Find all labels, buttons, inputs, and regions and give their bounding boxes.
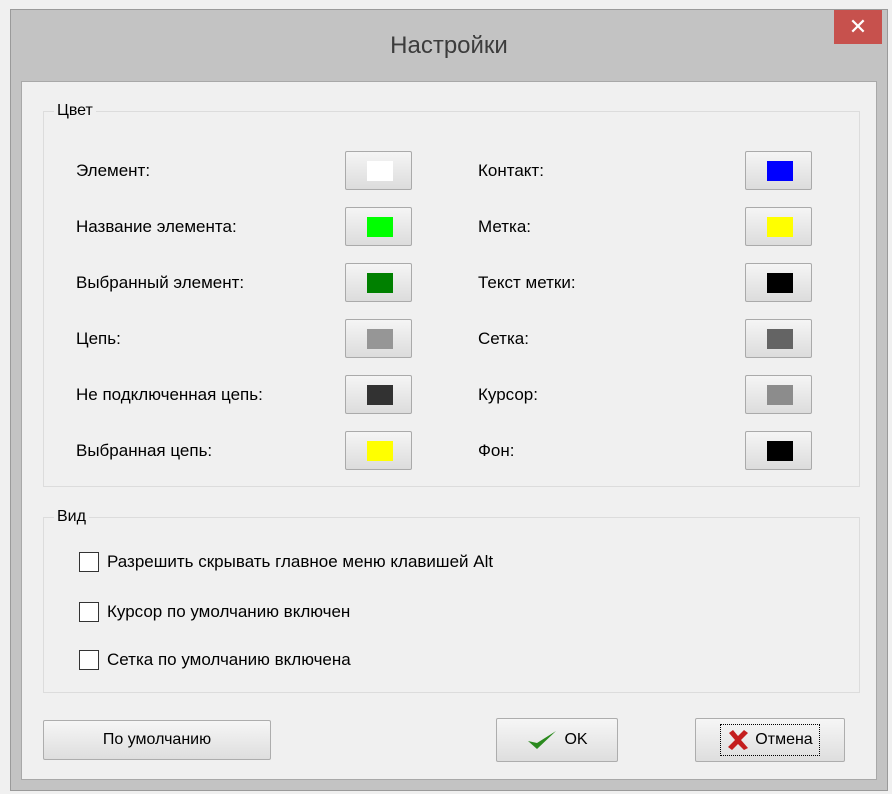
view-group-title: Вид bbox=[54, 507, 89, 527]
cursor-color-swatch bbox=[767, 385, 793, 405]
selected-element-color-swatch bbox=[367, 273, 393, 293]
cursor-color-label: Курсор: bbox=[478, 385, 538, 404]
element-color-label: Элемент: bbox=[76, 161, 151, 180]
label-color-button[interactable] bbox=[745, 207, 812, 246]
contact-color-button[interactable] bbox=[745, 151, 812, 190]
selected-wire-color-button[interactable] bbox=[345, 431, 412, 470]
grid-color-button[interactable] bbox=[745, 319, 812, 358]
selected-wire-color-label: Выбранная цепь: bbox=[76, 441, 213, 460]
selected-wire-color-swatch bbox=[367, 441, 393, 461]
background-color-button[interactable] bbox=[745, 431, 812, 470]
label-text-color-button[interactable] bbox=[745, 263, 812, 302]
hide-menu-alt-label: Разрешить скрывать главное меню клавишей… bbox=[107, 552, 494, 571]
cancel-button-label: Отмена bbox=[755, 731, 813, 748]
color-group: Цвет Элемент: Название элемента: Выбранн… bbox=[43, 101, 860, 487]
selected-element-color-label: Выбранный элемент: bbox=[76, 273, 245, 292]
settings-dialog: Настройки ✕ Цвет Элемент: Название элеме… bbox=[10, 9, 888, 791]
background-color-swatch bbox=[767, 441, 793, 461]
cross-icon bbox=[727, 729, 749, 751]
wire-color-label: Цепь: bbox=[76, 329, 121, 348]
dialog-body: Цвет Элемент: Название элемента: Выбранн… bbox=[21, 81, 877, 780]
cursor-default-on-checkbox[interactable] bbox=[79, 602, 99, 622]
title-bar[interactable]: Настройки ✕ bbox=[11, 10, 887, 81]
background-color-label: Фон: bbox=[478, 441, 515, 460]
grid-color-swatch bbox=[767, 329, 793, 349]
label-text-color-swatch bbox=[767, 273, 793, 293]
ok-button-label: OK bbox=[564, 731, 588, 748]
ok-button[interactable]: OK bbox=[496, 718, 618, 762]
grid-default-on-checkbox[interactable] bbox=[79, 650, 99, 670]
cursor-default-on-label: Курсор по умолчанию включен bbox=[107, 602, 351, 621]
element-name-color-swatch bbox=[367, 217, 393, 237]
element-color-button[interactable] bbox=[345, 151, 412, 190]
label-text-color-label: Текст метки: bbox=[478, 273, 576, 292]
contact-color-label: Контакт: bbox=[478, 161, 544, 180]
element-name-color-label: Название элемента: bbox=[76, 217, 237, 236]
grid-default-on-label: Сетка по умолчанию включена bbox=[107, 650, 351, 669]
default-button-label: По умолчанию bbox=[102, 731, 212, 748]
contact-color-swatch bbox=[767, 161, 793, 181]
selected-element-color-button[interactable] bbox=[345, 263, 412, 302]
dialog-title: Настройки bbox=[390, 32, 508, 59]
color-group-title: Цвет bbox=[54, 101, 96, 121]
cursor-color-button[interactable] bbox=[745, 375, 812, 414]
wire-color-button[interactable] bbox=[345, 319, 412, 358]
view-group: Вид Разрешить скрывать главное меню клав… bbox=[43, 507, 860, 693]
checkmark-icon bbox=[526, 729, 558, 751]
hide-menu-alt-checkbox[interactable] bbox=[79, 552, 99, 572]
grid-color-label: Сетка: bbox=[478, 329, 529, 348]
label-color-swatch bbox=[767, 217, 793, 237]
label-color-label: Метка: bbox=[478, 217, 532, 236]
cancel-button[interactable]: Отмена bbox=[695, 718, 845, 762]
element-color-swatch bbox=[367, 161, 393, 181]
close-icon: ✕ bbox=[848, 14, 868, 39]
default-button[interactable]: По умолчанию bbox=[43, 720, 271, 760]
unconnected-wire-color-label: Не подключенная цепь: bbox=[76, 385, 263, 404]
cancel-button-focus: Отмена bbox=[720, 724, 820, 756]
unconnected-wire-color-swatch bbox=[367, 385, 393, 405]
close-button[interactable]: ✕ bbox=[834, 10, 882, 44]
element-name-color-button[interactable] bbox=[345, 207, 412, 246]
unconnected-wire-color-button[interactable] bbox=[345, 375, 412, 414]
wire-color-swatch bbox=[367, 329, 393, 349]
